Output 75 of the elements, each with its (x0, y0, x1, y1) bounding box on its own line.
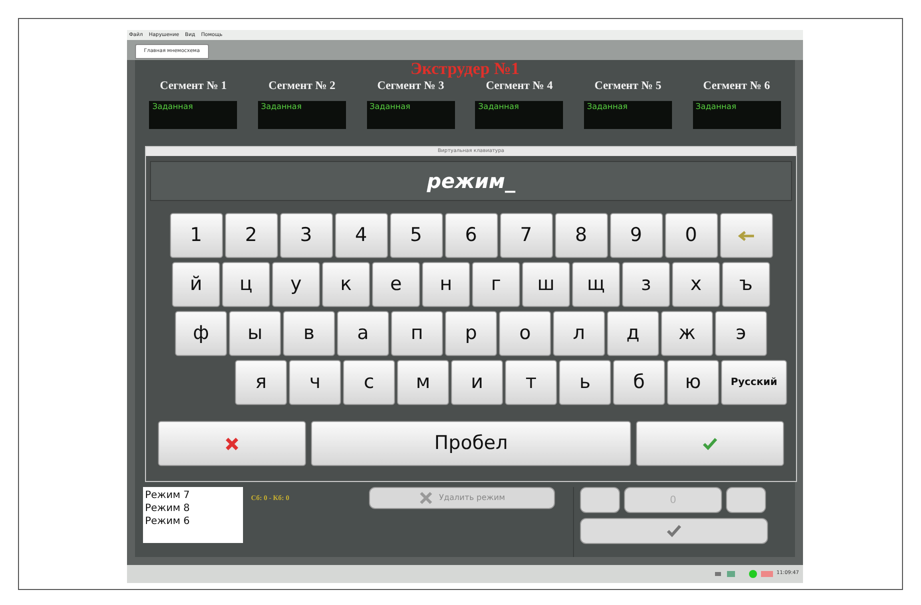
key[interactable]: э (715, 311, 767, 356)
mode-list[interactable]: Режим 7 Режим 8 Режим 6 (143, 487, 243, 543)
arrow-left-icon (737, 230, 755, 240)
segment-title: Сегмент № 4 (486, 79, 553, 94)
setpoint-label: Заданная (366, 101, 455, 130)
key[interactable]: ы (229, 311, 281, 356)
key[interactable]: л (553, 311, 605, 356)
setpoint-label: Заданная (584, 101, 672, 130)
key[interactable]: м (397, 360, 449, 405)
key[interactable]: 8 (554, 213, 608, 258)
language-key[interactable]: Русский (721, 360, 787, 405)
key[interactable]: ь (559, 360, 611, 405)
setpoint-label: Заданная (692, 101, 781, 130)
blank-button[interactable] (726, 487, 766, 513)
key[interactable]: б (613, 360, 665, 405)
key[interactable]: ч (289, 360, 341, 405)
setpoint-label: Заданная (475, 101, 564, 130)
segment-title: Сегмент № 2 (268, 79, 336, 94)
key[interactable]: 0 (664, 213, 718, 258)
mode-item[interactable]: Режим 8 (145, 502, 241, 515)
key[interactable]: н (422, 262, 470, 307)
cross-icon (419, 491, 433, 505)
input-field[interactable]: режим_ (150, 161, 792, 201)
close-icon (225, 436, 239, 450)
confirm-button[interactable] (580, 518, 768, 544)
key[interactable]: о (499, 311, 551, 356)
key[interactable]: й (172, 262, 220, 307)
key[interactable]: я (235, 360, 287, 405)
mode-item[interactable]: Режим 6 (145, 515, 241, 528)
key[interactable]: к (322, 262, 370, 307)
key[interactable]: з (622, 262, 670, 307)
key[interactable]: р (445, 311, 497, 356)
setpoint-label: Заданная (149, 101, 238, 130)
key[interactable]: д (607, 311, 659, 356)
key[interactable]: 2 (224, 213, 278, 258)
key[interactable]: а (337, 311, 389, 356)
key[interactable]: ф (175, 311, 227, 356)
blank-button[interactable] (580, 487, 620, 513)
key[interactable]: г (472, 262, 520, 307)
key[interactable]: щ (572, 262, 620, 307)
extruder-title: Экструдер №1 (409, 60, 521, 78)
key[interactable]: т (505, 360, 557, 405)
key[interactable]: е (372, 262, 420, 307)
key[interactable]: с (343, 360, 395, 405)
key[interactable]: и (451, 360, 503, 405)
key[interactable]: ш (522, 262, 570, 307)
key[interactable]: 9 (610, 213, 662, 258)
segment-title: Сегмент № 3 (377, 79, 444, 94)
setpoint-label: Заданная (258, 101, 346, 130)
check-icon (702, 436, 718, 450)
key[interactable]: п (391, 311, 443, 356)
backspace-key[interactable] (720, 213, 772, 258)
key[interactable]: в (283, 311, 335, 356)
segment-title: Сегмент № 6 (703, 79, 770, 94)
mode-item[interactable]: Режим 7 (145, 489, 241, 502)
key[interactable]: ж (661, 311, 713, 356)
status-dot-icon (748, 570, 757, 578)
key[interactable]: 4 (334, 213, 388, 258)
check-icon (666, 524, 682, 538)
key[interactable]: 6 (444, 213, 498, 258)
key[interactable]: ю (667, 360, 719, 405)
segment-title: Сегмент № 1 (160, 79, 227, 94)
key[interactable]: 1 (170, 213, 222, 258)
key[interactable]: 5 (390, 213, 442, 258)
enter-key[interactable] (636, 421, 784, 466)
key[interactable]: ъ (722, 262, 770, 307)
cancel-key[interactable] (158, 421, 306, 466)
keyboard-layout-icon (760, 571, 773, 577)
key[interactable]: х (672, 262, 720, 307)
key[interactable]: 7 (500, 213, 552, 258)
key[interactable]: 3 (280, 213, 332, 258)
segment-title: Сегмент № 5 (594, 79, 662, 94)
space-key[interactable]: Пробел (311, 421, 631, 466)
key[interactable]: ц (222, 262, 270, 307)
key[interactable]: у (272, 262, 320, 307)
